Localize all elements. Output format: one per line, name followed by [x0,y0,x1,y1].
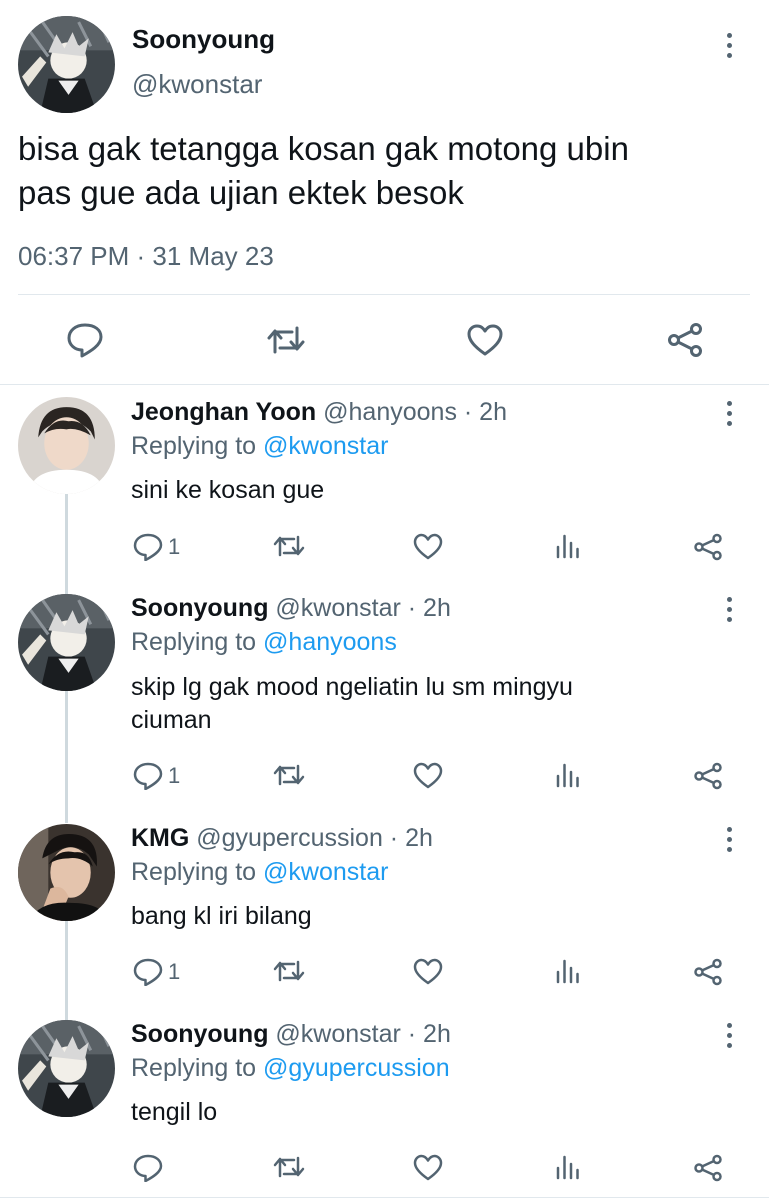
reply-icon[interactable] [133,958,163,991]
views-icon[interactable] [555,958,581,989]
avatar[interactable] [18,1020,115,1117]
reply-count: 1 [168,534,181,559]
replying-to-label: Replying to [131,628,264,656]
author-name[interactable]: Soonyoung [132,24,275,55]
avatar[interactable] [18,594,115,691]
tweet-timestamp[interactable]: 06:37 PM · 31 May 23 [18,241,274,272]
views-icon[interactable] [555,762,581,793]
more-options-icon[interactable] [718,31,742,61]
reply-text: bang kl iri bilang [131,900,731,933]
replying-to-label: Replying to [131,858,264,886]
replying-to-link[interactable]: @gyupercussion [263,1054,450,1082]
tweet-text-line: pas gue ada ujian ektek besok [18,174,464,211]
replying-to: Replying to @hanyoons [131,628,397,657]
author-name[interactable]: Jeonghan Yoon [131,398,316,426]
retweet-icon[interactable] [273,533,305,564]
reply-text-line: skip lg gak mood ngeliatin lu sm mingyu [131,673,573,701]
tweet-text-line: bisa gak tetangga kosan gak motong ubin [18,130,629,167]
reply-header: Jeonghan Yoon @hanyoons · 2h [131,398,507,427]
reply-text-line: bang kl iri bilang [131,902,312,930]
divider [18,294,750,295]
reply-count: 1 [168,763,181,788]
author-handle-time[interactable]: @kwonstar · 2h [268,594,450,622]
replying-to: Replying to @kwonstar [131,432,388,461]
author-name[interactable]: Soonyoung [131,594,268,622]
reply-header: Soonyoung @kwonstar · 2h [131,594,451,623]
reply-header: Soonyoung @kwonstar · 2h [131,1020,451,1049]
reply-text: skip lg gak mood ngeliatin lu sm mingyu … [131,671,731,737]
reply-text-line: ciuman [131,706,212,734]
replying-to-link[interactable]: @hanyoons [263,628,397,656]
more-options-icon[interactable] [718,825,742,855]
reply-icon[interactable] [66,322,104,363]
more-options-icon[interactable] [718,595,742,625]
author-name[interactable]: KMG [131,824,189,852]
avatar[interactable] [18,16,115,113]
reply-text: sini ke kosan gue [131,474,731,507]
author-name[interactable]: Soonyoung [131,1020,268,1048]
share-icon[interactable] [693,958,723,991]
replying-to: Replying to @kwonstar [131,858,388,887]
author-handle-time[interactable]: @gyupercussion · 2h [189,824,433,852]
divider [0,384,769,385]
share-icon[interactable] [693,533,723,566]
more-options-icon[interactable] [718,399,742,429]
more-options-icon[interactable] [718,1021,742,1051]
share-icon[interactable] [693,762,723,795]
like-icon[interactable] [466,323,504,362]
share-icon[interactable] [666,322,704,363]
views-icon[interactable] [555,533,581,564]
retweet-icon[interactable] [273,762,305,793]
retweet-icon[interactable] [273,958,305,989]
replying-to-label: Replying to [131,1054,264,1082]
thread-line [65,492,68,594]
like-icon[interactable] [413,762,443,794]
share-icon[interactable] [693,1154,723,1187]
author-handle[interactable]: @kwonstar [132,69,262,100]
like-icon[interactable] [413,958,443,990]
avatar[interactable] [18,824,115,921]
views-icon[interactable] [555,1154,581,1185]
reply-icon[interactable] [133,533,163,566]
author-handle-time[interactable]: @hanyoons · 2h [316,398,507,426]
retweet-icon[interactable] [273,1154,305,1185]
divider [0,1197,769,1198]
replying-to-link[interactable]: @kwonstar [263,858,388,886]
reply-icon[interactable] [133,1154,163,1187]
reply-icon[interactable] [133,762,163,795]
thread-line [65,690,68,823]
like-icon[interactable] [413,1154,443,1186]
thread-line [65,920,68,1020]
reply-header: KMG @gyupercussion · 2h [131,824,433,853]
replying-to-label: Replying to [131,432,264,460]
author-handle-time[interactable]: @kwonstar · 2h [268,1020,450,1048]
replying-to: Replying to @gyupercussion [131,1054,450,1083]
tweet-text: bisa gak tetangga kosan gak motong ubin … [18,127,748,215]
like-icon[interactable] [413,533,443,565]
retweet-icon[interactable] [266,324,306,361]
reply-count: 1 [168,959,181,984]
avatar[interactable] [18,397,115,494]
reply-text: tengil lo [131,1096,731,1129]
replying-to-link[interactable]: @kwonstar [263,432,388,460]
reply-text-line: sini ke kosan gue [131,476,325,504]
reply-text-line: tengil lo [131,1098,218,1126]
